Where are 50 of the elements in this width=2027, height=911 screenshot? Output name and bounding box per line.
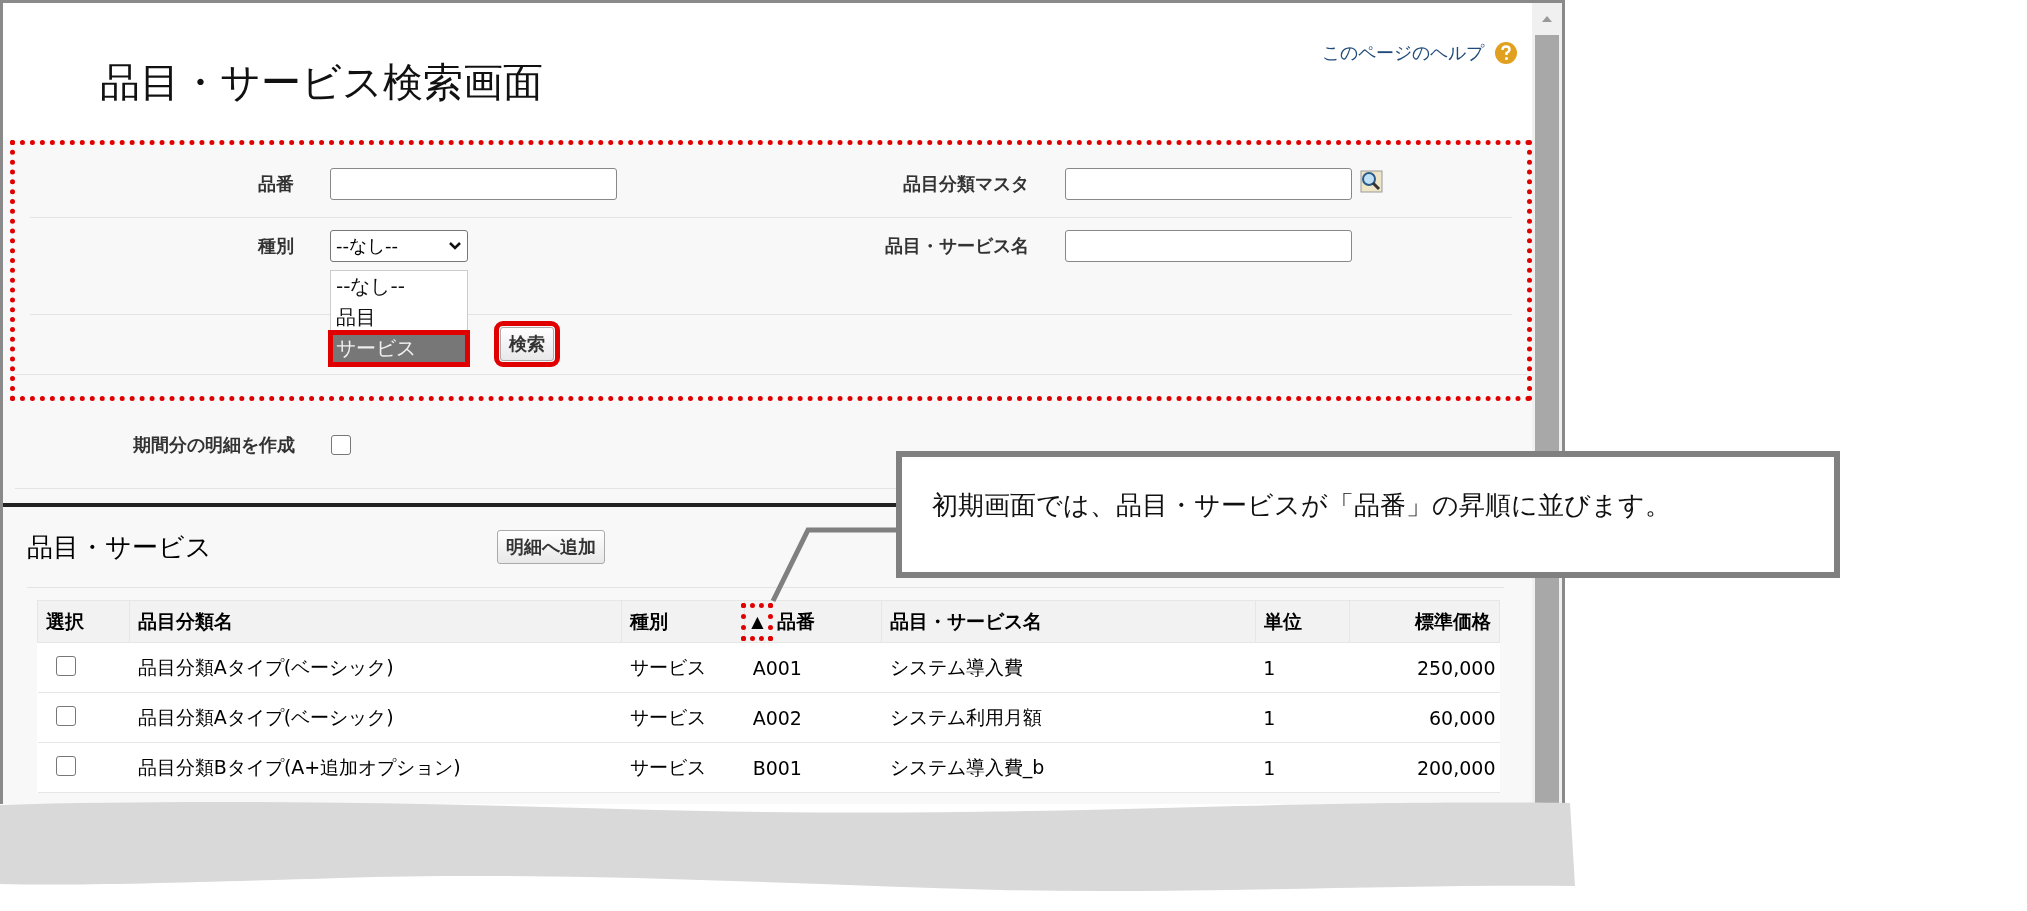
- table-cell: 200,000: [1349, 742, 1500, 793]
- field-label: 品目・サービス名: [885, 234, 1029, 258]
- text-field[interactable]: [330, 168, 617, 200]
- table-cell: システム導入費: [881, 642, 1256, 693]
- table-cell: システム導入費_b: [881, 742, 1256, 793]
- column-label: 品番: [777, 608, 816, 634]
- column-header[interactable]: 単位: [1255, 600, 1350, 643]
- callout-text: 初期画面では、品目・サービスが「品番」の昇順に並びます。: [932, 489, 1671, 522]
- option-label: 期間分の明細を作成: [133, 432, 295, 457]
- sort-indicator[interactable]: ▲: [741, 602, 774, 641]
- column-header[interactable]: ▲ 品番: [744, 600, 882, 643]
- table-cell: B001: [744, 742, 882, 793]
- chevron-down-icon: [448, 241, 462, 251]
- row-checkbox[interactable]: [55, 655, 76, 676]
- table-cell: サービス: [621, 642, 745, 693]
- column-header[interactable]: 種別: [621, 600, 745, 643]
- table-cell: A001: [744, 642, 882, 693]
- row-checkbox[interactable]: [55, 755, 76, 776]
- table-cell: 1: [1255, 692, 1350, 743]
- table-cell: 1: [1255, 642, 1350, 693]
- row-checkbox[interactable]: [55, 705, 76, 726]
- field-label: 種別: [258, 234, 294, 258]
- field-label: 品目分類マスタ: [903, 172, 1029, 196]
- page-title: 品目・サービス検索画面: [100, 58, 543, 107]
- table-cell: サービス: [621, 742, 745, 793]
- table-cell: システム利用月額: [881, 692, 1256, 743]
- table-cell: サービス: [621, 692, 745, 743]
- type-select[interactable]: --なし--: [330, 230, 468, 262]
- table-cell: 品目分類Aタイプ(ベーシック): [129, 692, 622, 743]
- lookup-search-icon[interactable]: [1358, 168, 1384, 194]
- table-cell: 品目分類Aタイプ(ベーシック): [129, 642, 622, 693]
- table-cell: 1: [1255, 742, 1350, 793]
- table-cell: 60,000: [1349, 692, 1500, 743]
- column-header[interactable]: 標準価格: [1349, 600, 1500, 643]
- scroll-up-icon[interactable]: [1541, 15, 1553, 23]
- text-field[interactable]: [1065, 230, 1352, 262]
- section-title: 品目・サービス: [27, 530, 213, 564]
- add-to-details-button[interactable]: 明細へ追加: [497, 530, 605, 564]
- table-cell: A002: [744, 692, 882, 743]
- column-header: 選択: [37, 600, 130, 643]
- column-header[interactable]: 品目・サービス名: [881, 600, 1256, 643]
- help-icon: [1494, 41, 1518, 65]
- table-cell: 250,000: [1349, 642, 1500, 693]
- column-header[interactable]: 品目分類名: [129, 600, 622, 643]
- checkbox[interactable]: [331, 434, 351, 455]
- field-label: 品番: [258, 172, 294, 196]
- help-link[interactable]: このページのヘルプ: [1322, 41, 1518, 65]
- table-cell: 品目分類Bタイプ(A+追加オプション): [129, 742, 622, 793]
- dropdown-option[interactable]: サービス: [331, 333, 467, 364]
- text-field[interactable]: [1065, 168, 1352, 200]
